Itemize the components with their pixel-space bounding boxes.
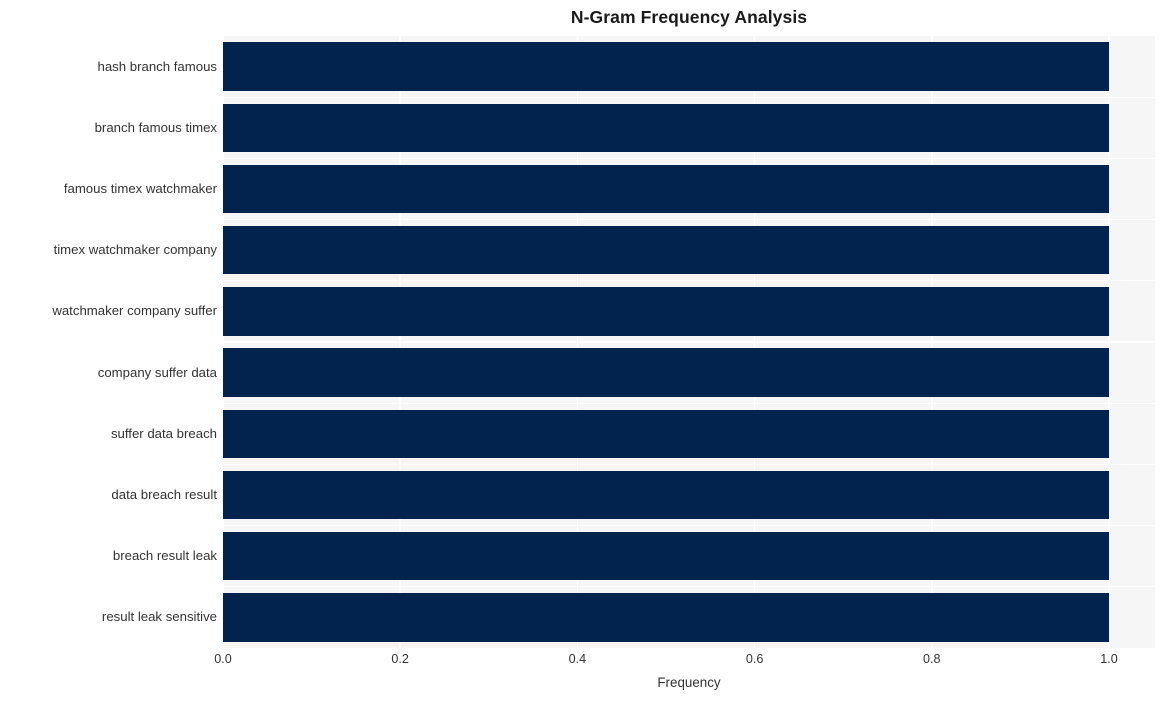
bar xyxy=(223,103,1109,153)
bar xyxy=(223,225,1109,275)
horizontal-gridline xyxy=(223,463,1155,466)
horizontal-gridline xyxy=(223,402,1155,404)
bar xyxy=(223,409,1109,459)
x-axis-tick-label: 0.4 xyxy=(568,652,587,666)
horizontal-gridline xyxy=(223,524,1155,527)
plot-area xyxy=(223,36,1155,648)
chart-title: N-Gram Frequency Analysis xyxy=(570,7,808,27)
bar xyxy=(223,287,1109,336)
bar xyxy=(223,42,1109,91)
x-axis-tick-label: 0.2 xyxy=(391,652,409,666)
y-axis-tick-label: timex watchmaker company xyxy=(53,242,217,258)
x-axis-tick-label: 1.0 xyxy=(1100,652,1118,666)
bar xyxy=(223,593,1109,642)
horizontal-gridline xyxy=(223,586,1155,588)
bar xyxy=(223,348,1109,397)
x-axis-tick-label: 0.6 xyxy=(745,652,764,666)
y-axis-tick-label: famous timex watchmaker xyxy=(63,181,217,196)
bar xyxy=(223,164,1109,214)
horizontal-gridline xyxy=(223,280,1155,282)
y-axis-tick-label: watchmaker company suffer xyxy=(52,303,217,319)
y-axis-tick-label: hash branch famous xyxy=(97,58,218,74)
x-axis-tick-label: 0.8 xyxy=(923,652,941,666)
y-axis-tick-label: suffer data breach xyxy=(110,425,217,441)
chart-figure: N-Gram Frequency Analysis hash branch fa… xyxy=(0,0,1162,701)
horizontal-gridline xyxy=(223,341,1155,343)
horizontal-gridline xyxy=(223,96,1155,98)
y-axis-tick-label: breach result leak xyxy=(112,548,217,564)
horizontal-gridline xyxy=(223,157,1155,160)
y-axis-tick-label: data breach result xyxy=(111,487,217,502)
x-axis-label: Frequency xyxy=(657,675,721,690)
y-axis-tick-label: result leak sensitive xyxy=(101,609,217,625)
horizontal-gridline xyxy=(223,218,1155,221)
bar xyxy=(223,531,1109,581)
x-axis-tick-label: 0.0 xyxy=(214,652,232,666)
bar xyxy=(223,470,1109,520)
y-axis-tick-label: branch famous timex xyxy=(94,119,217,135)
y-axis-tick-label: company suffer data xyxy=(97,364,217,380)
